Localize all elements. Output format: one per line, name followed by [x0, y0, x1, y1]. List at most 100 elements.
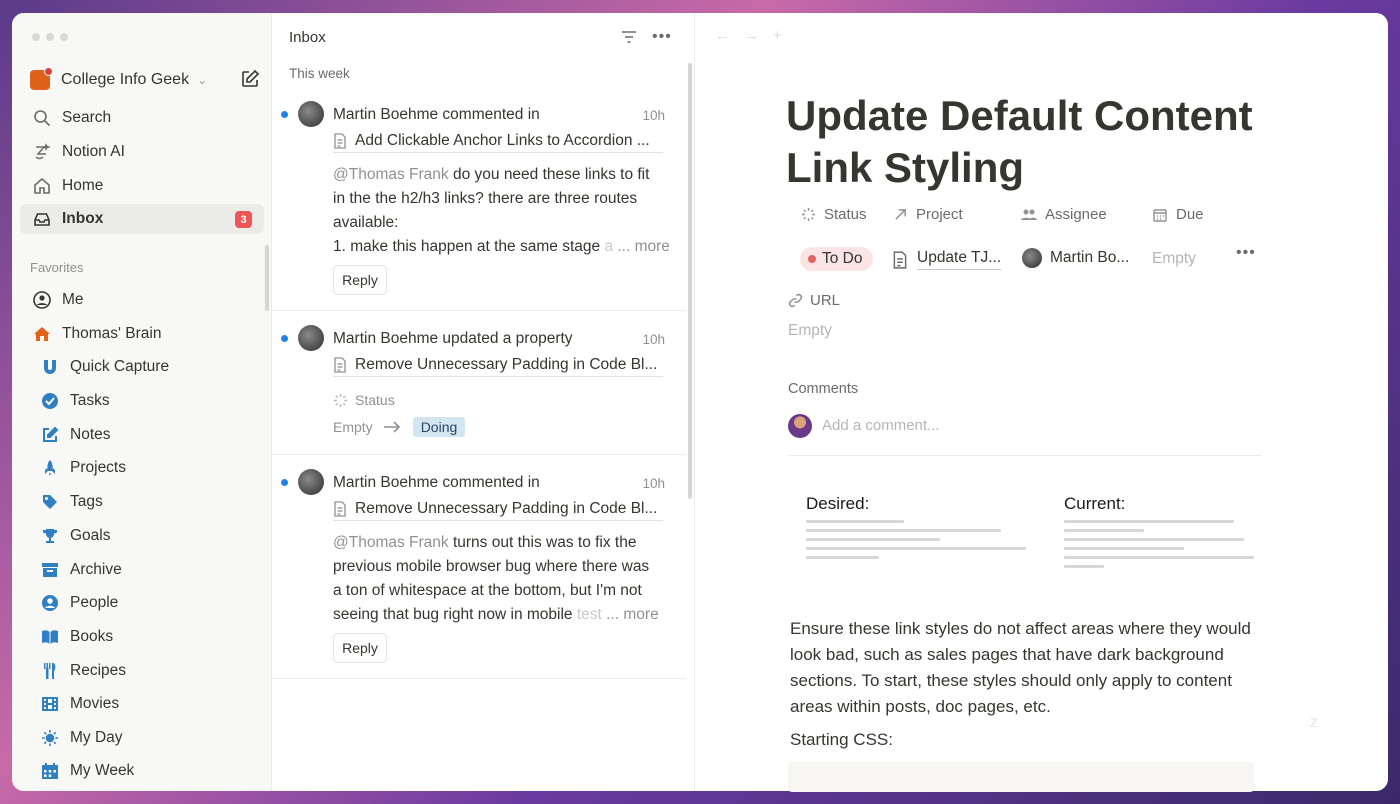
- sidebar-item-me[interactable]: Me: [20, 285, 264, 315]
- page-icon: [334, 133, 346, 149]
- sidebar-item-notes[interactable]: Notes: [20, 420, 264, 450]
- project-value[interactable]: Update TJ...: [892, 249, 1002, 270]
- comment-composer[interactable]: Add a comment...: [788, 414, 1262, 456]
- sidebar-item-label: Goals: [70, 527, 111, 544]
- url-value[interactable]: Empty: [788, 322, 832, 340]
- sidebar-item-inbox[interactable]: Inbox 3: [20, 204, 264, 234]
- comment-input[interactable]: Add a comment...: [822, 417, 940, 434]
- screenshot-image: [1064, 520, 1264, 568]
- status-icon: [800, 207, 816, 223]
- show-more-link[interactable]: ... more: [606, 606, 659, 623]
- window-controls[interactable]: [32, 33, 68, 41]
- sidebar-item-label: My Day: [70, 729, 123, 746]
- favorites-heading: Favorites: [30, 260, 84, 275]
- workspace-switcher[interactable]: College Info Geek ⌄: [30, 67, 260, 93]
- trophy-icon: [40, 526, 60, 546]
- sidebar-item-label: Books: [70, 628, 114, 645]
- notion-ai-corner-icon[interactable]: ᶻ: [1310, 712, 1318, 738]
- sidebar-item-label: Search: [62, 109, 112, 126]
- avatar: [1022, 248, 1042, 268]
- people-icon: [1021, 207, 1037, 223]
- sidebar-item-recipes[interactable]: Recipes: [20, 656, 264, 686]
- page-body-paragraph[interactable]: Ensure these link styles do not affect a…: [790, 616, 1260, 720]
- inbox-notification[interactable]: Martin Boehme commented in 10h Add Click…: [272, 93, 686, 311]
- mention[interactable]: @Thomas Frank: [333, 166, 449, 183]
- page-link[interactable]: Add Clickable Anchor Links to Accordion …: [333, 132, 663, 153]
- code-block[interactable]: [788, 762, 1254, 792]
- notification-time: 10h: [642, 332, 665, 347]
- inbox-notification[interactable]: Martin Boehme commented in 10h Remove Un…: [272, 455, 686, 679]
- add-icon[interactable]: +: [773, 27, 782, 44]
- reply-button[interactable]: Reply: [333, 265, 387, 295]
- sidebar-item-books[interactable]: Books: [20, 622, 264, 652]
- status-value[interactable]: To Do: [800, 247, 873, 271]
- comment-line: previous mobile browser bug where there …: [333, 558, 650, 575]
- page-link[interactable]: Remove Unnecessary Padding in Code Bl...: [333, 356, 663, 377]
- property-change: Empty Doing: [333, 417, 466, 437]
- sidebar-item-people[interactable]: People: [20, 588, 264, 618]
- page-icon: [334, 357, 346, 373]
- inbox-notification[interactable]: Martin Boehme updated a property 10h Rem…: [272, 311, 686, 455]
- comments-heading: Comments: [788, 381, 859, 397]
- sidebar-item-my-week[interactable]: My Week: [20, 756, 264, 786]
- starting-css-label[interactable]: Starting CSS:: [790, 730, 893, 750]
- comment-line: seeing that bug right now in mobile: [333, 606, 573, 623]
- reply-button[interactable]: Reply: [333, 633, 387, 663]
- filter-icon[interactable]: [620, 28, 638, 46]
- status-tag-todo[interactable]: To Do: [800, 247, 873, 271]
- property-status-label[interactable]: Status: [800, 206, 867, 223]
- comment-line: in the the h2/h3 links? there are three …: [333, 190, 638, 207]
- forward-icon[interactable]: →: [744, 27, 759, 44]
- inbox-count-badge: 3: [235, 211, 252, 228]
- sidebar-item-label: Quick Capture: [70, 358, 170, 375]
- property-due-label[interactable]: Due: [1152, 206, 1204, 223]
- project-link[interactable]: Update TJ...: [917, 249, 1002, 270]
- sidebar-item-movies[interactable]: Movies: [20, 689, 264, 719]
- sidebar-item-projects[interactable]: Projects: [20, 453, 264, 483]
- sidebar-item-label: Notes: [70, 426, 111, 443]
- sidebar-item-thomas-brain[interactable]: Thomas' Brain: [20, 319, 264, 349]
- sidebar-item-tasks[interactable]: Tasks: [20, 386, 264, 416]
- current-screenshot: Current:: [1064, 494, 1264, 594]
- property-project-label[interactable]: Project: [892, 206, 963, 223]
- book-icon: [40, 627, 60, 647]
- comment-line: 1. make this happen at the same stage: [333, 238, 601, 255]
- unread-dot-icon: [281, 479, 288, 486]
- property-label: Status: [355, 392, 395, 408]
- author-name: Martin Boehme: [333, 106, 439, 123]
- inbox-scrollbar[interactable]: [688, 63, 692, 499]
- sidebar-item-label: Projects: [70, 459, 126, 476]
- more-properties-icon[interactable]: •••: [1236, 244, 1256, 262]
- mention[interactable]: @Thomas Frank: [333, 534, 449, 551]
- property-assignee-label[interactable]: Assignee: [1021, 206, 1107, 223]
- page-title[interactable]: Update Default Content Link Styling: [786, 90, 1266, 194]
- property-url-label[interactable]: URL: [788, 292, 840, 309]
- due-value[interactable]: Empty: [1152, 250, 1196, 268]
- sidebar-item-goals[interactable]: Goals: [20, 521, 264, 551]
- sidebar-item-my-day[interactable]: My Day: [20, 723, 264, 753]
- avatar: [298, 101, 324, 127]
- show-more-link[interactable]: ... more: [617, 238, 670, 255]
- sidebar-item-label: Archive: [70, 561, 122, 578]
- search-icon: [32, 108, 52, 128]
- sidebar-item-tags[interactable]: Tags: [20, 487, 264, 517]
- utensils-icon: [40, 661, 60, 681]
- sidebar-item-search[interactable]: Search: [20, 103, 264, 133]
- assignee-value[interactable]: Martin Bo...: [1022, 248, 1129, 268]
- back-icon[interactable]: ←: [715, 27, 730, 44]
- minimize-window-icon[interactable]: [46, 33, 54, 41]
- sidebar-item-label: Me: [62, 291, 84, 308]
- sidebar-item-notion-ai[interactable]: Notion AI: [20, 137, 264, 167]
- more-options-icon[interactable]: •••: [652, 28, 672, 46]
- page-icon: [334, 501, 346, 517]
- zoom-window-icon[interactable]: [60, 33, 68, 41]
- workspace-logo-icon: [30, 67, 53, 90]
- new-page-icon[interactable]: [240, 69, 260, 89]
- sidebar-item-quick-capture[interactable]: Quick Capture: [20, 352, 264, 382]
- sidebar-item-home[interactable]: Home: [20, 171, 264, 201]
- page-link[interactable]: Remove Unnecessary Padding in Code Bl...: [333, 500, 663, 521]
- close-window-icon[interactable]: [32, 33, 40, 41]
- page-icon: [893, 250, 907, 269]
- sidebar-scrollbar[interactable]: [265, 245, 269, 311]
- sidebar-item-archive[interactable]: Archive: [20, 555, 264, 585]
